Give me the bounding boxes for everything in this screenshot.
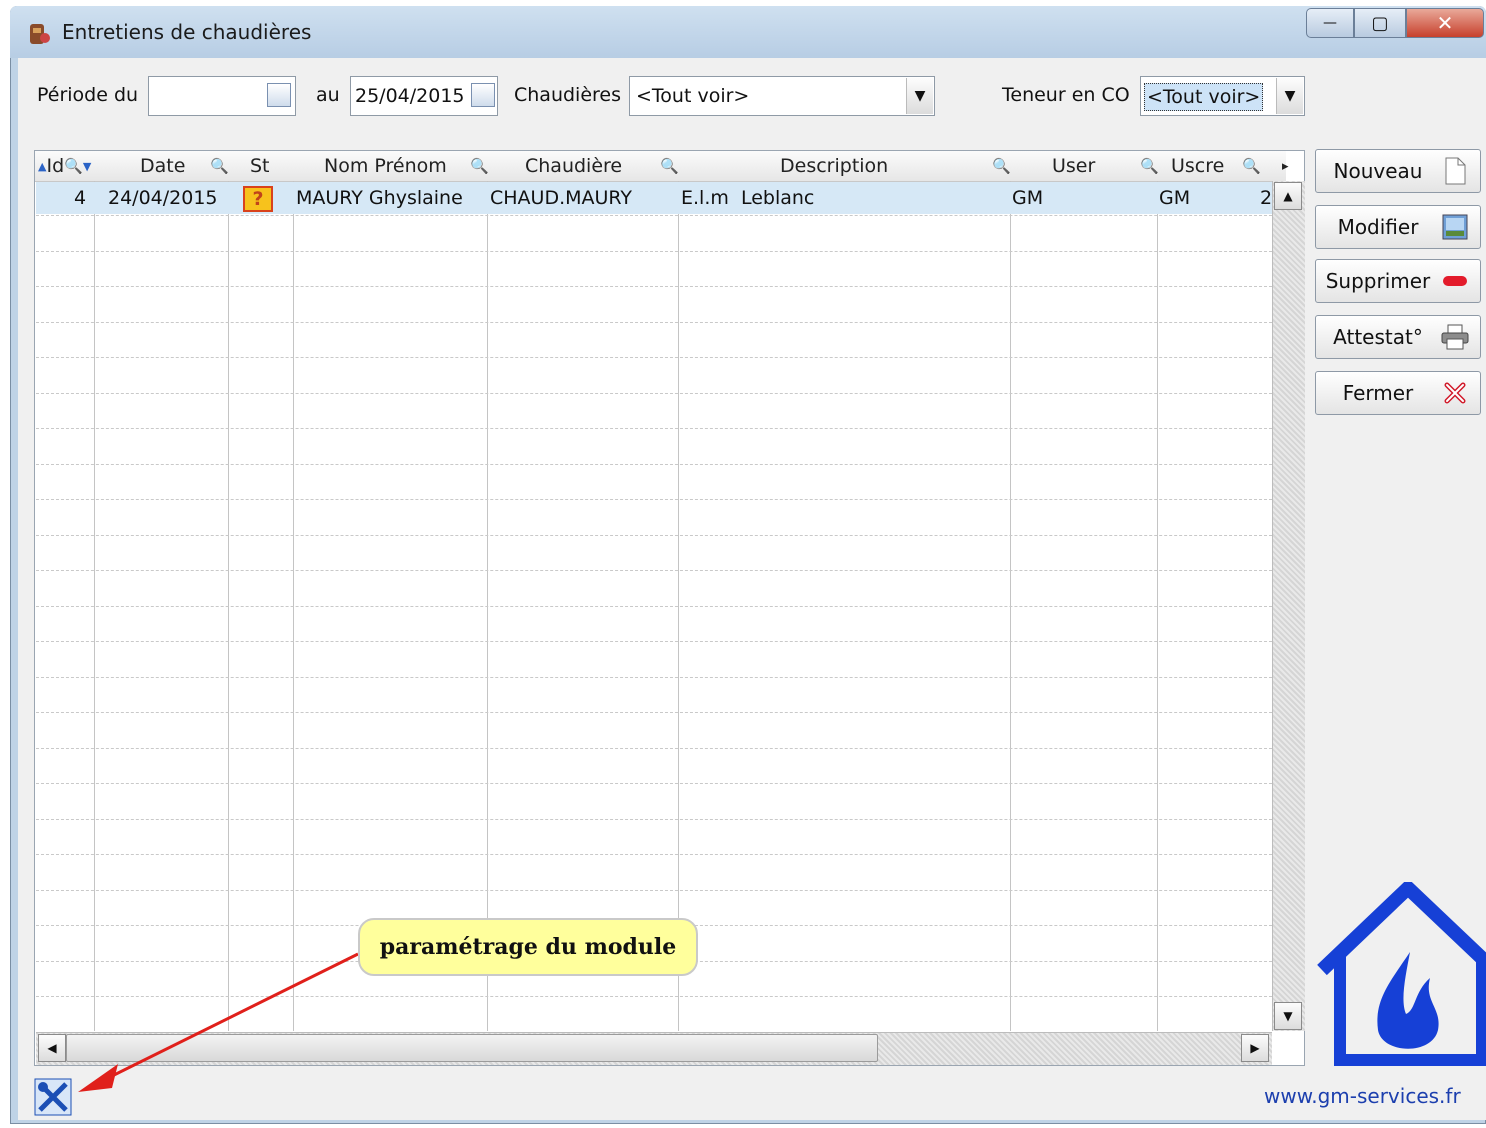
certificate-button[interactable]: Attestat°	[1315, 315, 1481, 359]
edit-picture-icon	[1440, 213, 1470, 241]
scroll-columns-right-icon[interactable]: ▸	[1282, 151, 1289, 181]
minus-icon	[1440, 267, 1470, 295]
search-icon[interactable]: 🔍	[992, 151, 1011, 181]
column-header-name[interactable]: Nom Prénom	[324, 151, 447, 181]
new-document-icon	[1440, 157, 1470, 185]
delete-button[interactable]: Supprimer	[1315, 259, 1481, 303]
row-divider	[36, 748, 1272, 749]
row-divider	[36, 322, 1272, 323]
close-window-button[interactable]: ✕	[1406, 8, 1484, 38]
cell-uscre: GM	[1159, 187, 1191, 209]
scroll-up-button[interactable]: ▲	[1274, 182, 1302, 210]
row-divider	[36, 535, 1272, 536]
status-question-icon[interactable]: ?	[243, 186, 273, 212]
period-from-field[interactable]	[148, 76, 296, 116]
row-divider	[36, 819, 1272, 820]
printer-icon	[1440, 323, 1470, 351]
cell-id: 4	[74, 187, 87, 209]
minimize-icon: —	[1323, 15, 1337, 31]
cell-extra: 2	[1260, 187, 1272, 209]
row-divider	[36, 890, 1272, 891]
calendar-icon[interactable]	[471, 83, 495, 107]
row-divider	[36, 428, 1272, 429]
column-header-date[interactable]: Date	[140, 151, 185, 181]
scroll-down-button[interactable]: ▼	[1274, 1002, 1302, 1030]
cell-boiler: CHAUD.MAURY	[490, 187, 633, 209]
maximize-icon: ▢	[1371, 12, 1389, 34]
column-header-user[interactable]: User	[1052, 151, 1095, 181]
chevron-down-icon[interactable]: ▼	[906, 78, 933, 114]
search-icon[interactable]: 🔍	[210, 151, 229, 181]
vertical-scrollbar[interactable]	[1272, 181, 1305, 1031]
boilers-label: Chaudières	[514, 84, 622, 106]
row-divider	[36, 570, 1272, 571]
chevron-down-icon[interactable]: ▼	[1276, 78, 1303, 114]
row-divider	[36, 464, 1272, 465]
calendar-icon[interactable]	[267, 83, 291, 107]
column-header-status[interactable]: St	[250, 151, 270, 181]
new-button[interactable]: Nouveau	[1315, 149, 1481, 193]
search-icon[interactable]: 🔍	[64, 157, 83, 175]
column-header-description[interactable]: Description	[780, 151, 888, 181]
settings-tooltip: paramétrage du module	[358, 918, 698, 976]
row-divider	[36, 286, 1272, 287]
close-x-icon	[1440, 379, 1470, 407]
minimize-button[interactable]: —	[1306, 8, 1354, 38]
close-icon: ✕	[1436, 11, 1454, 35]
search-icon[interactable]: 🔍	[1242, 151, 1261, 181]
row-divider	[36, 499, 1272, 500]
row-divider	[36, 677, 1272, 678]
house-flame-logo	[1317, 882, 1486, 1066]
window-title: Entretiens de chaudières	[62, 20, 312, 44]
co-select[interactable]: <Tout voir> ▼	[1140, 76, 1305, 116]
boilers-select[interactable]: <Tout voir> ▼	[629, 76, 935, 116]
period-to-field[interactable]: 25/04/2015	[350, 76, 498, 116]
search-icon[interactable]: 🔍	[470, 151, 489, 181]
column-header-uscre[interactable]: Uscre	[1171, 151, 1224, 181]
search-icon[interactable]: 🔍	[1140, 151, 1159, 181]
column-header-boiler[interactable]: Chaudière	[525, 151, 622, 181]
row-divider	[36, 606, 1272, 607]
row-divider	[36, 641, 1272, 642]
cell-user: GM	[1012, 187, 1044, 209]
row-divider	[36, 357, 1272, 358]
edit-button[interactable]: Modifier	[1315, 205, 1481, 249]
close-button[interactable]: Fermer	[1315, 371, 1481, 415]
cell-description: E.l.m Leblanc	[681, 187, 815, 209]
row-divider	[36, 393, 1272, 394]
callout-arrow	[78, 952, 359, 1092]
row-divider	[36, 854, 1272, 855]
period-to-value: 25/04/2015	[355, 85, 465, 107]
column-header-id[interactable]: ▲ Id 🔍 ▼	[38, 151, 91, 181]
table-row[interactable]	[36, 182, 1272, 214]
boiler-app-icon	[30, 24, 50, 44]
cell-name: MAURY Ghyslaine	[296, 187, 463, 209]
scroll-right-button[interactable]: ▶	[1241, 1034, 1269, 1062]
co-value: <Tout voir>	[1144, 83, 1264, 111]
website-link[interactable]: www.gm-services.fr	[1264, 1084, 1461, 1108]
row-divider	[36, 712, 1272, 713]
period-to-label: au	[316, 84, 340, 106]
maximize-button[interactable]: ▢	[1354, 8, 1406, 38]
search-icon[interactable]: 🔍	[660, 151, 679, 181]
cell-date: 24/04/2015	[108, 187, 218, 209]
row-divider	[36, 783, 1272, 784]
co-label: Teneur en CO	[1002, 84, 1130, 106]
boilers-value: <Tout voir>	[636, 85, 750, 107]
row-divider	[36, 215, 1272, 216]
row-divider	[36, 251, 1272, 252]
period-from-label: Période du	[37, 84, 139, 106]
